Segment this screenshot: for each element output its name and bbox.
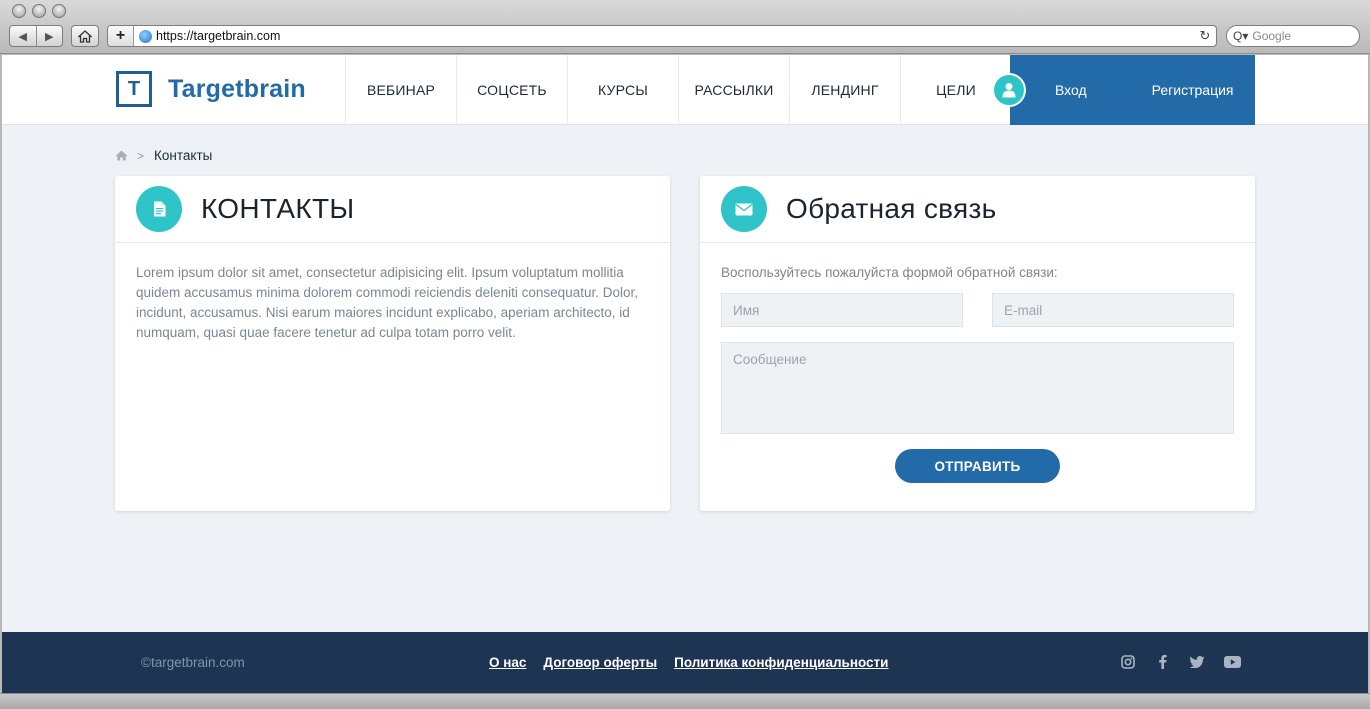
feedback-intro: Воспользуйтесь пожалуйста формой обратно… [721, 265, 1058, 280]
new-tab-button[interactable]: + [108, 26, 134, 46]
social-links [1110, 654, 1250, 669]
user-icon [992, 73, 1026, 107]
reload-icon[interactable]: ↻ [1194, 28, 1216, 44]
auth-panel: Вход Регистрация [1010, 55, 1255, 125]
document-icon [136, 186, 182, 232]
footer-link-privacy[interactable]: Политика конфиденциальности [674, 655, 888, 670]
feedback-card-header: Обратная связь [700, 176, 1255, 243]
search-placeholder: Google [1252, 29, 1292, 43]
breadcrumb-home-icon[interactable] [115, 150, 128, 161]
browser-toolbar: ◀ ▶ + https://targetbrain.com ↻ Q▾ Googl… [0, 0, 1370, 54]
contacts-title: КОНТАКТЫ [201, 193, 355, 224]
search-icon: Q▾ [1233, 29, 1249, 43]
envelope-icon [721, 186, 767, 232]
forward-button[interactable]: ▶ [35, 26, 63, 46]
email-field[interactable]: E-mail [992, 293, 1234, 327]
browser-status-bar [0, 693, 1370, 709]
twitter-icon[interactable] [1180, 655, 1215, 668]
url-text[interactable]: https://targetbrain.com [156, 29, 1194, 43]
main-menu: ВЕБИНАР СОЦСЕТЬ КУРСЫ РАССЫЛКИ ЛЕНДИНГ Ц… [345, 55, 1011, 125]
site-header: T Targetbrain ВЕБИНАР СОЦСЕТЬ КУРСЫ РАСС… [2, 55, 1368, 125]
name-field[interactable]: Имя [721, 293, 963, 327]
site-logo[interactable]: T Targetbrain [116, 71, 306, 107]
footer-link-offer[interactable]: Договор оферты [543, 655, 657, 670]
youtube-icon[interactable] [1215, 655, 1250, 668]
contacts-card-header: КОНТАКТЫ [115, 176, 670, 243]
copyright-text: ©targetbrain.com [141, 655, 245, 670]
menu-item-mailings[interactable]: РАССЫЛКИ [678, 55, 789, 125]
home-icon [78, 29, 92, 43]
history-buttons: ◀ ▶ [9, 25, 63, 47]
minimize-window-button[interactable] [32, 4, 46, 18]
close-window-button[interactable] [12, 4, 26, 18]
web-page: T Targetbrain ВЕБИНАР СОЦСЕТЬ КУРСЫ РАСС… [2, 55, 1368, 693]
back-button[interactable]: ◀ [10, 26, 36, 46]
breadcrumb: > Контакты [115, 148, 212, 163]
register-link[interactable]: Регистрация [1152, 82, 1234, 98]
browser-search-field[interactable]: Q▾ Google [1226, 25, 1360, 47]
feedback-card: Обратная связь Воспользуйтесь пожалуйста… [700, 176, 1255, 511]
contacts-text: Lorem ipsum dolor sit amet, consectetur … [136, 265, 638, 340]
login-link[interactable]: Вход [1055, 82, 1087, 98]
window-controls [12, 4, 66, 18]
facebook-icon[interactable] [1145, 654, 1180, 669]
maximize-window-button[interactable] [52, 4, 66, 18]
breadcrumb-separator: > [137, 148, 145, 163]
home-button[interactable] [71, 25, 99, 47]
breadcrumb-current: Контакты [154, 148, 213, 163]
logo-text: Targetbrain [168, 74, 306, 103]
menu-item-social[interactable]: СОЦСЕТЬ [456, 55, 567, 125]
site-footer: ©targetbrain.com О нас Договор оферты По… [2, 632, 1368, 693]
instagram-icon[interactable] [1110, 654, 1145, 669]
footer-links: О нас Договор оферты Политика конфиденци… [489, 655, 888, 670]
logo-mark: T [116, 71, 152, 107]
menu-item-courses[interactable]: КУРСЫ [567, 55, 678, 125]
contacts-card: КОНТАКТЫ Lorem ipsum dolor sit amet, con… [115, 176, 670, 511]
globe-icon [139, 29, 152, 43]
send-button[interactable]: ОТПРАВИТЬ [895, 449, 1060, 483]
menu-item-webinar[interactable]: ВЕБИНАР [345, 55, 456, 125]
message-field[interactable]: Сообщение [721, 342, 1234, 434]
footer-link-about[interactable]: О нас [489, 655, 526, 670]
menu-item-landing[interactable]: ЛЕНДИНГ [789, 55, 900, 125]
address-bar[interactable]: + https://targetbrain.com ↻ [107, 25, 1217, 47]
feedback-title: Обратная связь [786, 193, 997, 224]
